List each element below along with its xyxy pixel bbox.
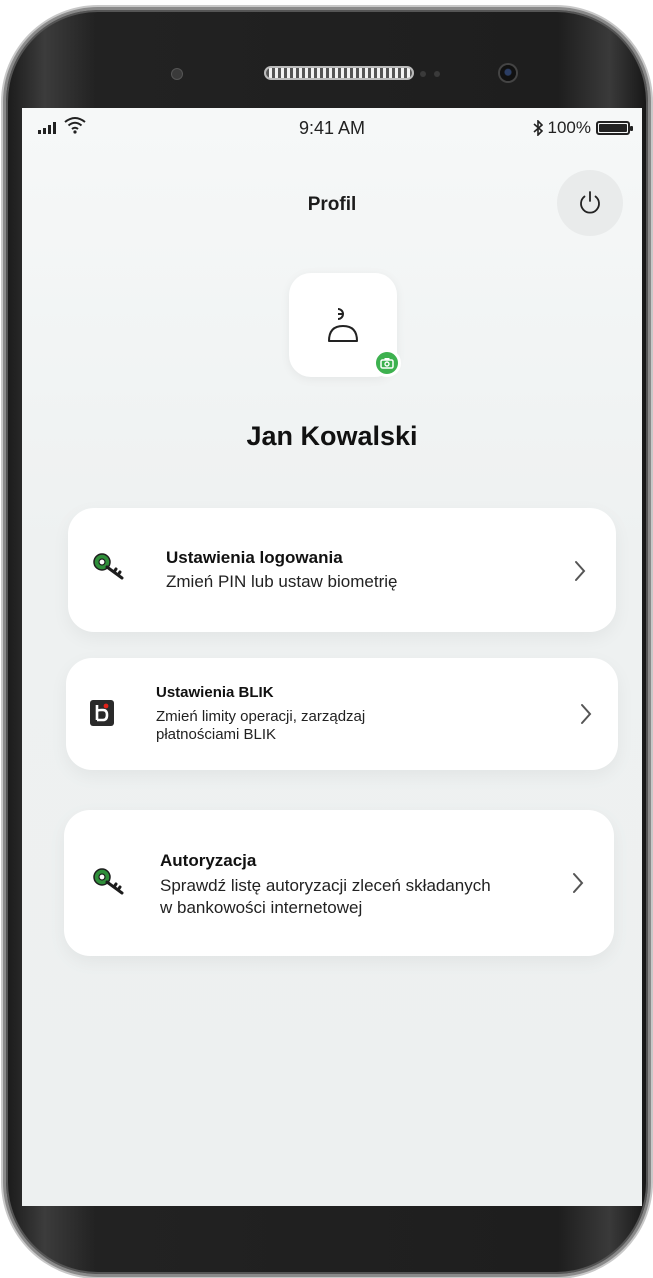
menu-item-subtitle: Sprawdź listę autoryzacji zleceń składan…	[160, 876, 491, 895]
power-icon	[580, 191, 600, 214]
menu-item-subtitle: Zmień limity operacji, zarządzaj	[156, 708, 366, 725]
menu-item-authorization[interactable]: Autoryzacja Sprawdź listę autoryzacji zl…	[64, 810, 614, 956]
chevron-right-icon	[581, 704, 592, 724]
battery-status: 100%	[532, 118, 633, 138]
user-icon	[328, 308, 358, 342]
menu-item-subtitle: Zmień PIN lub ustaw biometrię	[166, 572, 398, 591]
sensor-icon	[172, 69, 182, 79]
change-photo-button[interactable]	[373, 349, 401, 377]
key-icon	[93, 553, 124, 580]
menu-item-subtitle: w bankowości internetowej	[160, 898, 363, 917]
speaker-grille	[264, 66, 414, 80]
blik-icon	[90, 700, 114, 726]
menu-item-login-settings[interactable]: Ustawienia logowania Zmień PIN lub ustaw…	[68, 508, 616, 632]
battery-icon	[596, 121, 633, 135]
app-screen: 9:41 AM 100% Profil Jan Kowalski Ustawie…	[22, 108, 642, 1206]
bluetooth-icon	[532, 120, 543, 136]
key-icon	[93, 868, 124, 895]
page-title: Profil	[307, 194, 357, 215]
battery-percent: 100%	[547, 118, 591, 137]
menu-item-title: Ustawienia logowania	[166, 548, 343, 567]
menu-item-title: Ustawienia BLIK	[156, 684, 274, 701]
menu-item-blik-settings[interactable]: Ustawienia BLIK Zmień limity operacji, z…	[66, 658, 618, 770]
sensor-dot	[434, 71, 440, 77]
front-camera-icon	[500, 65, 516, 81]
chevron-right-icon	[575, 561, 586, 581]
menu-item-title: Autoryzacja	[160, 851, 257, 870]
phone-frame: 9:41 AM 100% Profil Jan Kowalski Ustawie…	[6, 10, 648, 1274]
status-bar: 9:41 AM 100%	[22, 108, 642, 150]
sensor-dot	[420, 71, 426, 77]
logout-button[interactable]	[557, 170, 623, 236]
camera-icon	[380, 358, 394, 369]
chevron-right-icon	[573, 873, 584, 893]
menu-item-subtitle: płatnościami BLIK	[156, 726, 277, 743]
user-name: Jan Kowalski	[246, 421, 418, 451]
